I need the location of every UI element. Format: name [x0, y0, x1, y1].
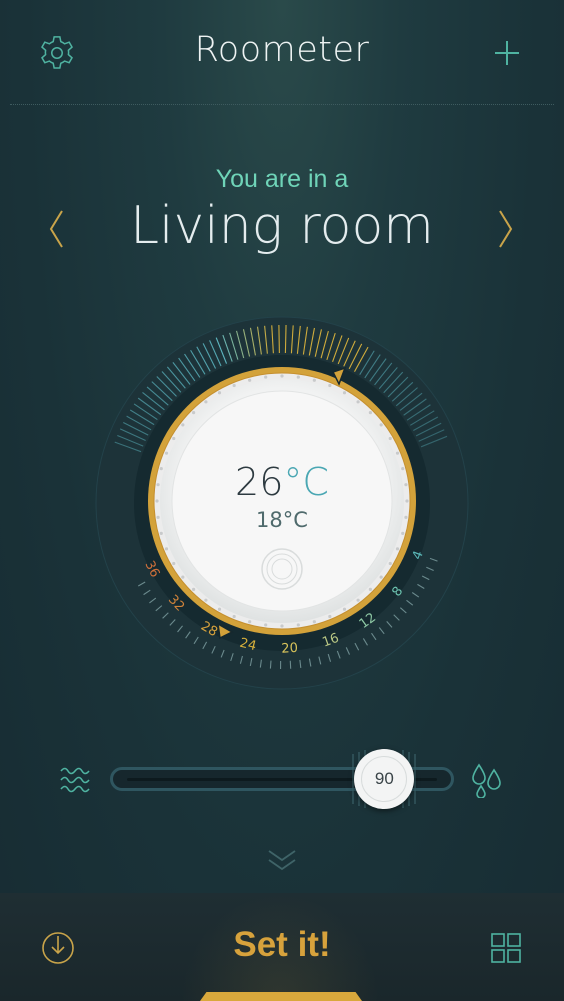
- knurl-dot: [192, 411, 196, 415]
- knurl-dot: [164, 451, 169, 455]
- knurl-dot: [172, 561, 176, 566]
- location-prefix: You are in a: [215, 165, 349, 193]
- double-chevron-down-icon[interactable]: [266, 848, 298, 874]
- knurl-dot: [312, 620, 316, 624]
- knurl-dot: [217, 607, 222, 611]
- footer-tab-indicator: [200, 992, 362, 1001]
- knurl-dot: [356, 598, 360, 602]
- knurl-dot: [232, 614, 236, 619]
- header-divider: [10, 104, 554, 105]
- room-name: Living room: [130, 196, 434, 256]
- current-temp-unit: °C: [282, 508, 308, 532]
- knurl-dot: [368, 587, 372, 591]
- knurl-dot: [356, 400, 360, 404]
- target-temperature: 26°C: [0, 460, 564, 504]
- water-drops-icon: [472, 763, 501, 798]
- humidity-value: 90: [361, 756, 408, 802]
- knurl-dot: [248, 378, 252, 382]
- knurl-dot: [280, 624, 284, 628]
- humidity-control: 90: [0, 740, 564, 820]
- knurl-dot: [217, 391, 222, 395]
- knurl-dot: [388, 436, 392, 441]
- knurl-dot: [264, 623, 268, 627]
- footer-bar: Set it!: [0, 893, 564, 1001]
- knurl-dot: [232, 383, 236, 388]
- knurl-dot: [395, 547, 400, 551]
- knurl-dot: [379, 423, 383, 427]
- knurl-dot: [280, 374, 284, 378]
- knurl-dot: [159, 531, 163, 535]
- knurl-dot: [401, 531, 405, 535]
- humidity-slider-knob[interactable]: 90: [354, 749, 415, 809]
- grid-icon[interactable]: [490, 932, 522, 964]
- knurl-dot: [395, 451, 400, 455]
- dial-scale-label: 20: [281, 641, 298, 657]
- knurl-dot: [181, 575, 185, 579]
- knurl-dot: [204, 400, 208, 404]
- knurl-dot: [388, 561, 392, 566]
- knurl-dot: [328, 614, 332, 619]
- target-temp-value: 26: [235, 460, 284, 504]
- current-temp-value: 18: [256, 508, 283, 532]
- knurl-dot: [248, 620, 252, 624]
- waves-icon: [60, 767, 90, 793]
- set-it-button[interactable]: Set it!: [0, 925, 564, 965]
- knurl-dot: [342, 607, 347, 611]
- knurl-dot: [164, 547, 169, 551]
- knurl-dot: [172, 436, 176, 441]
- app-header: Roometer: [0, 0, 564, 104]
- knurl-dot: [264, 375, 268, 379]
- app-title: Roometer: [194, 30, 370, 70]
- knurl-dot: [368, 411, 372, 415]
- knurl-dot: [342, 391, 347, 395]
- dial-tick: [284, 325, 287, 354]
- dial-scale-tick: [269, 660, 272, 669]
- current-temperature: 18°C: [0, 508, 564, 532]
- knurl-dot: [204, 598, 208, 602]
- target-temp-unit: °C: [283, 460, 329, 504]
- chevron-right-icon[interactable]: [494, 208, 518, 250]
- knurl-dot: [296, 375, 300, 379]
- knurl-dot: [328, 383, 332, 388]
- knurl-dot: [312, 378, 316, 382]
- plus-icon[interactable]: [492, 38, 522, 68]
- knurl-dot: [379, 575, 383, 579]
- knurl-dot: [192, 587, 196, 591]
- knurl-dot: [296, 623, 300, 627]
- knurl-dot: [181, 423, 185, 427]
